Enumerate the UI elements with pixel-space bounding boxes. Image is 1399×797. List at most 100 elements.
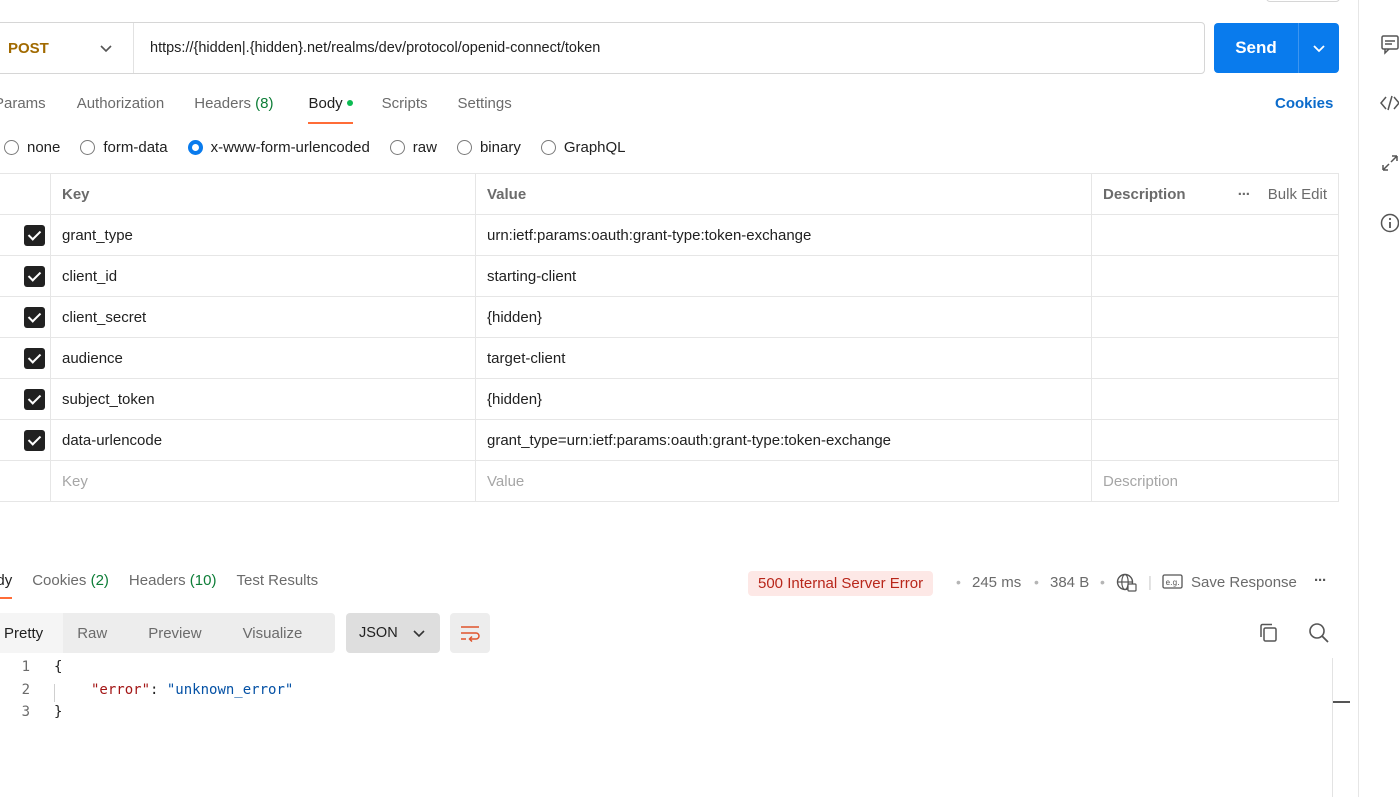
value-cell[interactable]: target-client <box>475 337 1092 379</box>
key-cell[interactable]: audience <box>50 337 476 379</box>
save-icon: e.g. <box>1162 574 1183 589</box>
radio-circle <box>456 140 472 155</box>
value-input[interactable]: Value <box>475 460 1092 502</box>
tab-authorization[interactable]: Authorization <box>77 92 165 124</box>
radio-graphql[interactable]: GraphQL <box>540 139 626 156</box>
row-checkbox-cell <box>0 460 51 502</box>
row-checkbox[interactable] <box>24 347 45 369</box>
method-select[interactable]: POST <box>0 23 134 73</box>
row-checkbox[interactable] <box>24 224 45 246</box>
radio-circle-selected <box>187 140 203 155</box>
tab-settings[interactable]: Settings <box>458 92 512 124</box>
url-input[interactable]: https://{hidden|.{hidden}.net/realms/dev… <box>134 40 600 56</box>
related-icon[interactable] <box>1379 152 1399 174</box>
search-icon[interactable] <box>1307 621 1331 645</box>
globe-icon[interactable] <box>1116 573 1138 593</box>
row-checkbox[interactable] <box>24 429 45 451</box>
radio-raw[interactable]: raw <box>389 139 437 156</box>
modified-dot <box>346 99 353 106</box>
radio-circle <box>540 140 556 155</box>
radio-circle <box>4 140 19 155</box>
tab-headers[interactable]: Headers (8) <box>194 92 273 124</box>
radio-label: binary <box>479 139 521 156</box>
value-cell[interactable]: grant_type=urn:ietf:params:oauth:grant-t… <box>475 419 1092 461</box>
tab-body[interactable]: Body <box>308 92 353 124</box>
radio-x-www-form-urlencoded[interactable]: x-www-form-urlencoded <box>187 139 370 156</box>
value-cell[interactable]: starting-client <box>475 255 1092 297</box>
json-value: "unknown_error" <box>166 682 294 698</box>
description-input[interactable]: Description <box>1091 460 1339 502</box>
tab-label: Test Results <box>236 572 319 589</box>
key-cell[interactable]: client_secret <box>50 296 476 338</box>
cookies-link[interactable]: Cookies <box>1275 95 1333 112</box>
radio-none[interactable]: none <box>4 139 60 156</box>
radio-circle <box>80 140 96 155</box>
tab-label: Params <box>0 95 46 112</box>
view-pretty[interactable]: Pretty <box>0 613 64 653</box>
send-dropdown-button[interactable] <box>1299 41 1339 55</box>
row-checkbox[interactable] <box>24 388 45 410</box>
row-checkbox[interactable] <box>24 265 45 287</box>
wrap-lines-button[interactable] <box>450 613 490 653</box>
key-input[interactable]: Key <box>50 460 476 502</box>
value-cell[interactable]: {hidden} <box>475 296 1092 338</box>
chevron-down-icon <box>1313 45 1325 53</box>
code-brace: } <box>54 704 63 720</box>
key-cell[interactable]: client_id <box>50 255 476 297</box>
response-tab-cookies[interactable]: Cookies (2) <box>32 572 109 599</box>
radio-form-data[interactable]: form-data <box>80 139 168 156</box>
radio-binary[interactable]: binary <box>456 139 521 156</box>
row-checkbox-cell <box>0 214 51 256</box>
row-checkbox-cell <box>0 255 51 297</box>
code-icon[interactable] <box>1379 92 1399 114</box>
tab-scripts[interactable]: Scripts <box>382 92 428 124</box>
description-cell[interactable] <box>1091 255 1339 297</box>
bulk-edit-label: Bulk Edit <box>1267 185 1327 203</box>
response-tab-body[interactable]: Body <box>0 572 13 599</box>
view-raw[interactable]: Raw <box>63 625 107 642</box>
tab-count: (8) <box>255 95 274 112</box>
comment-icon[interactable] <box>1379 33 1399 55</box>
view-preview[interactable]: Preview <box>107 625 201 642</box>
info-icon[interactable] <box>1379 212 1399 234</box>
scrollbar-track[interactable] <box>1332 658 1333 797</box>
tab-label: Body <box>308 95 343 112</box>
more-icon[interactable]: ··· <box>1314 572 1327 589</box>
status-badge[interactable]: 500 Internal Server Error <box>748 571 934 596</box>
save-response-label: Save Response <box>1191 573 1297 591</box>
description-cell[interactable] <box>1091 214 1339 256</box>
top-partial-button[interactable] <box>1266 0 1340 2</box>
row-checkbox[interactable] <box>24 306 45 328</box>
divider: | <box>1148 574 1152 591</box>
value-cell[interactable]: urn:ietf:params:oauth:grant-type:token-e… <box>475 214 1092 256</box>
copy-icon[interactable] <box>1258 622 1280 644</box>
view-visualize[interactable]: Visualize <box>202 625 303 642</box>
format-select[interactable]: JSON <box>346 613 440 653</box>
scrollbar-thumb[interactable] <box>1333 701 1350 703</box>
params-table: Key Value Description ··· Bulk Edit grant… <box>0 173 1339 502</box>
line-number: 3 <box>21 704 30 720</box>
bulk-edit-button[interactable]: ··· Bulk Edit <box>1238 186 1327 203</box>
table-row: audience target-client <box>0 337 1339 379</box>
tab-label: Headers <box>128 572 186 589</box>
tab-label: Settings <box>457 95 512 112</box>
tab-params[interactable]: Params <box>0 92 46 124</box>
response-tab-test-results[interactable]: Test Results <box>236 572 318 599</box>
indent-guide <box>54 684 55 702</box>
request-tabs: Params Authorization Headers (8) Body Sc… <box>0 92 541 124</box>
response-size[interactable]: 384 B <box>1050 574 1089 591</box>
key-cell[interactable]: grant_type <box>50 214 476 256</box>
key-cell[interactable]: data-urlencode <box>50 419 476 461</box>
save-response-button[interactable]: e.g. Save Response <box>1162 573 1297 591</box>
format-label: JSON <box>359 625 398 641</box>
description-cell[interactable] <box>1091 378 1339 420</box>
value-cell[interactable]: {hidden} <box>475 378 1092 420</box>
response-tab-headers[interactable]: Headers (10) <box>129 572 217 599</box>
response-time[interactable]: 245 ms <box>972 574 1021 591</box>
key-cell[interactable]: subject_token <box>50 378 476 420</box>
send-button[interactable]: Send <box>1214 38 1298 58</box>
description-cell[interactable] <box>1091 337 1339 379</box>
description-cell[interactable] <box>1091 296 1339 338</box>
key-header: Key <box>50 173 476 215</box>
description-cell[interactable] <box>1091 419 1339 461</box>
